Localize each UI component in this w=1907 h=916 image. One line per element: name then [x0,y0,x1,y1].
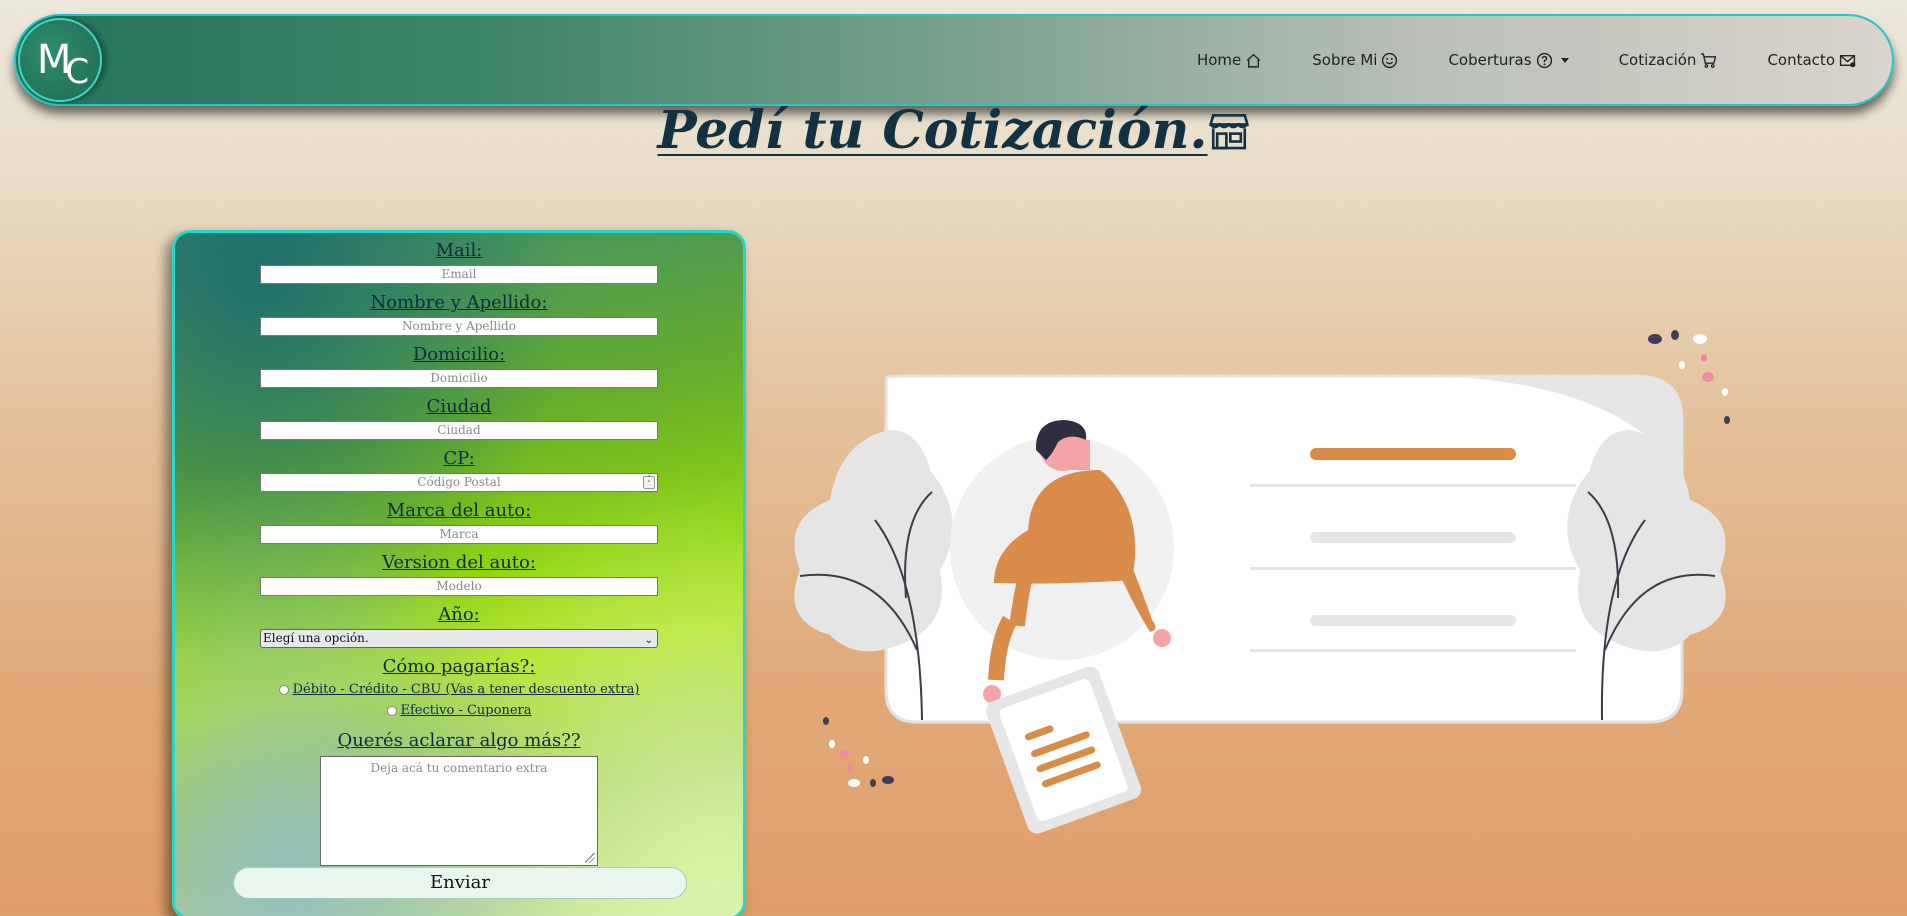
comentario-label: Querés aclarar algo más?? [337,730,581,751]
ciudad-input[interactable]: Ciudad [260,421,658,440]
mail-label: Mail: [435,240,483,261]
nav-contacto[interactable]: Contacto [1767,51,1856,69]
ciudad-field: Ciudad Ciudad [175,395,743,440]
radio-button[interactable] [386,705,397,716]
anio-field: Año: Elegí una opción. ⌄ [175,603,743,648]
pago-field: Cómo pagarías?: Débito - Crédito - CBU (… [175,655,743,721]
smile-icon [1382,52,1398,68]
number-stepper[interactable]: ˄ ˅ [643,476,655,489]
chevron-down-icon [1560,57,1569,63]
envelope-icon [1839,54,1856,67]
navbar: MC Home Sobre Mi Coberturas Cotización C… [14,14,1894,106]
resize-handle-icon[interactable] [585,853,595,863]
mail-field: Mail: Email [175,239,743,284]
cart-icon [1701,52,1717,68]
quote-illustration [794,330,1730,834]
version-label: Version del auto: [382,552,536,573]
nav-home-label: Home [1196,51,1242,69]
nombre-input[interactable]: Nombre y Apellido [260,317,658,336]
domicilio-field: Domicilio: Domicilio [175,343,743,388]
marca-field: Marca del auto: Marca [175,499,743,544]
question-circle-icon [1536,52,1552,68]
nav-links: Home Sobre Mi Coberturas Cotización Cont… [1197,16,1856,104]
anio-selected: Elegí una opción. [263,631,369,645]
version-field: Version del auto: Modelo [175,551,743,596]
nav-coberturas-label: Coberturas [1448,51,1532,69]
domicilio-label: Domicilio: [412,344,506,365]
cp-input[interactable]: Código Postal ˄ ˅ [260,473,658,492]
nav-cotizacion[interactable]: Cotización [1619,51,1718,69]
pago-option-label: Débito - Crédito - CBU (Vas a tener desc… [292,682,640,697]
chevron-down-icon: ⌄ [644,635,653,646]
anio-label: Año: [438,604,480,625]
radio-button[interactable] [278,684,289,695]
pago-option-efectivo[interactable]: Efectivo - Cuponera [175,700,743,721]
page-title-text: Pedí tu Cotización. [657,100,1208,161]
comentario-textarea[interactable]: Deja acá tu comentario extra [320,756,598,866]
page-title: Pedí tu Cotización. [0,100,1907,161]
domicilio-input[interactable]: Domicilio [260,369,658,388]
pago-option-label: Efectivo - Cuponera [400,703,532,718]
pago-option-debito[interactable]: Débito - Crédito - CBU (Vas a tener desc… [175,679,743,700]
pago-label: Cómo pagarías?: [382,656,536,677]
nav-home[interactable]: Home [1197,51,1262,69]
quote-form: Mail: Email Nombre y Apellido: Nombre y … [172,230,746,916]
logo-text: MC [36,37,89,92]
home-icon [1246,53,1261,68]
nombre-field: Nombre y Apellido: Nombre y Apellido [175,291,743,336]
submit-button[interactable]: Enviar [233,867,687,899]
nav-sobre-mi[interactable]: Sobre Mi [1312,51,1398,69]
marca-label: Marca del auto: [386,500,532,521]
cp-field: CP: Código Postal ˄ ˅ [175,447,743,492]
marca-input[interactable]: Marca [260,525,658,544]
nav-sobre-mi-label: Sobre Mi [1312,51,1378,69]
nombre-label: Nombre y Apellido: [370,292,548,313]
logo[interactable]: MC [18,18,102,102]
anio-select[interactable]: Elegí una opción. ⌄ [260,629,658,648]
cp-label: CP: [443,448,475,469]
ciudad-label: Ciudad [426,396,492,417]
nav-contacto-label: Contacto [1767,51,1835,69]
comentario-placeholder: Deja acá tu comentario extra [370,761,548,775]
shop-icon [1208,113,1249,150]
modelo-input[interactable]: Modelo [260,577,658,596]
comentario-field: Querés aclarar algo más?? Deja acá tu co… [175,729,743,866]
cp-placeholder: Código Postal [417,475,501,489]
nav-coberturas[interactable]: Coberturas [1448,51,1569,69]
nav-cotizacion-label: Cotización [1618,51,1697,69]
email-input[interactable]: Email [260,265,658,284]
